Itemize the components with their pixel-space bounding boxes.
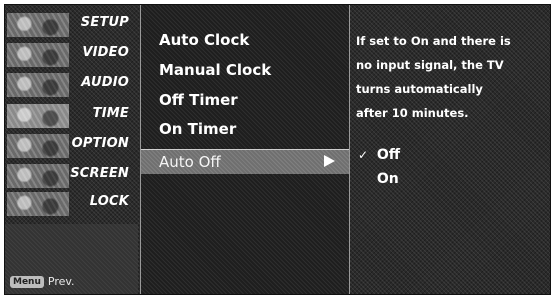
option-label: On [376,171,399,187]
option-off[interactable]: ✓ Off [358,147,400,163]
setup-thumbnail-icon [7,13,69,37]
help-line: no input signal, the TV [356,58,504,72]
option-thumbnail-icon [7,134,69,158]
video-thumbnail-icon [7,43,69,67]
sidebar-item-option[interactable]: OPTION [7,134,135,158]
prev-hint: Menu Prev. [10,275,75,288]
help-line: after 10 minutes. [356,106,469,120]
sidebar-item-screen[interactable]: SCREEN [7,164,135,188]
sidebar-item-time[interactable]: TIME [7,104,135,128]
submenu-item-label: Auto Off [159,153,221,171]
sidebar-item-label: AUDIO [81,75,129,90]
sidebar-item-label: VIDEO [82,45,129,60]
sidebar-footer: Menu Prev. [5,224,138,294]
sidebar-item-label: TIME [92,106,129,121]
time-submenu: Auto Clock Manual Clock Off Timer On Tim… [140,5,350,294]
sidebar-item-video[interactable]: VIDEO [7,43,135,67]
submenu-item-manual-clock[interactable]: Manual Clock [159,61,271,79]
sidebar-item-label: SCREEN [70,166,129,181]
audio-thumbnail-icon [7,73,69,97]
lock-thumbnail-icon [7,192,69,216]
screen-thumbnail-icon [7,164,69,188]
main-menu-sidebar: SETUP VIDEO AUDIO TIME OPTION SCREEN LOC… [5,5,138,294]
help-text: If set to On and there is no input signa… [356,29,544,125]
sidebar-item-audio[interactable]: AUDIO [7,73,135,97]
submenu-item-auto-off[interactable]: Auto Off [141,149,349,174]
submenu-item-auto-clock[interactable]: Auto Clock [159,31,249,49]
option-on[interactable]: On [358,171,399,187]
help-line: turns automatically [356,82,483,96]
auto-off-panel: If set to On and there is no input signa… [350,5,550,294]
sidebar-item-label: OPTION [71,136,129,151]
sidebar-item-setup[interactable]: SETUP [7,13,135,37]
sidebar-item-label: SETUP [80,15,129,30]
option-label: Off [376,147,401,163]
tv-menu-screen: SETUP VIDEO AUDIO TIME OPTION SCREEN LOC… [4,4,551,295]
submenu-item-on-timer[interactable]: On Timer [159,120,236,138]
arrow-right-icon [324,155,335,167]
submenu-item-off-timer[interactable]: Off Timer [159,91,238,109]
check-icon: ✓ [358,148,369,162]
prev-hint-label: Prev. [47,275,75,288]
sidebar-item-label: LOCK [89,194,129,209]
help-line: If set to On and there is [356,34,511,48]
time-thumbnail-icon [7,104,69,128]
menu-key-icon: Menu [10,275,44,288]
sidebar-item-lock[interactable]: LOCK [7,192,135,216]
